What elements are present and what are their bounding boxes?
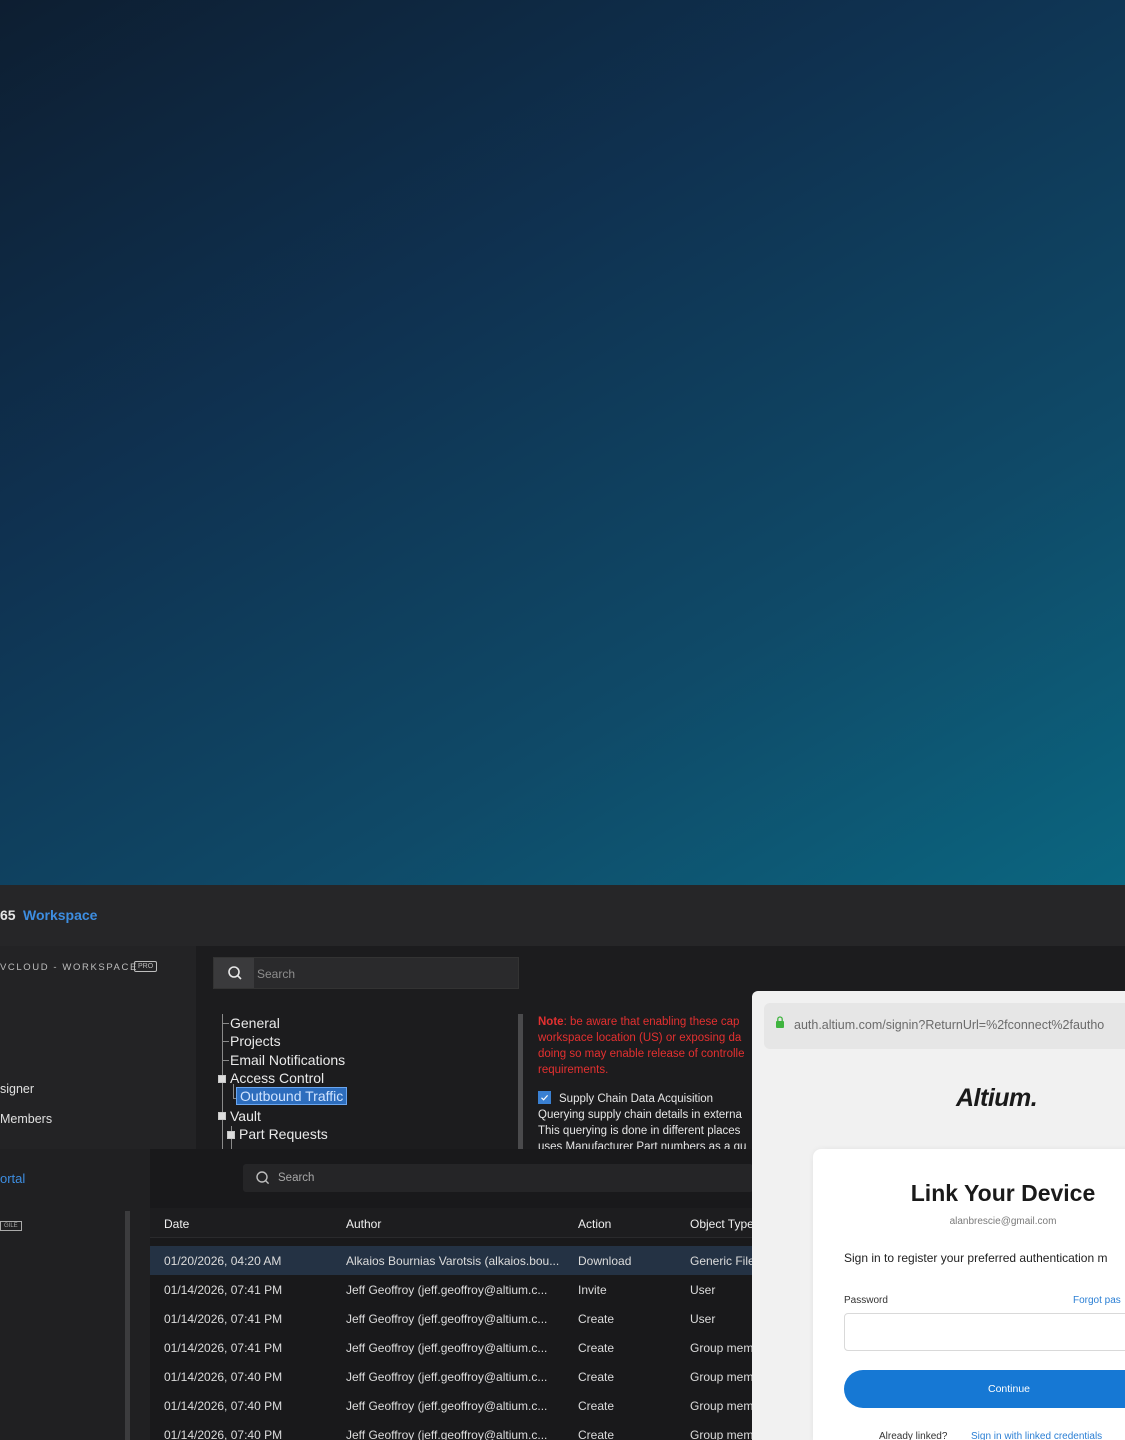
cell-object-type: User	[690, 1312, 716, 1326]
sidebar-item-signer[interactable]: signer	[0, 1082, 34, 1096]
cell-object-type: Group memb	[690, 1370, 753, 1384]
search-icon	[228, 966, 242, 980]
page-title: Link Your Device	[910, 1180, 1096, 1206]
search-button[interactable]	[214, 958, 254, 988]
cell-date: 01/14/2026, 07:41 PM	[164, 1312, 283, 1326]
note-text: Note: be aware that enabling these cap w…	[538, 1014, 758, 1078]
link-device-card: Link Your Device alanbrescie@gmail.com S…	[813, 1149, 1125, 1440]
cell-action: Create	[578, 1399, 615, 1413]
portal-badge: GILE	[0, 1221, 22, 1231]
signin-message: Sign in to register your preferred authe…	[844, 1251, 1108, 1265]
cell-action: Create	[578, 1312, 615, 1326]
password-field[interactable]	[844, 1313, 1125, 1351]
settings-sidebar: VCLOUD - WORKSPACE PRO signer Members	[0, 946, 196, 1149]
sidebar-scrollbar[interactable]	[125, 1211, 130, 1440]
portal-sidebar: ortal GILE	[0, 1149, 150, 1440]
search-placeholder: Search	[257, 967, 296, 981]
supply-chain-option[interactable]: Supply Chain Data Acquisition	[538, 1091, 758, 1107]
supply-chain-description: Querying supply chain details in externa…	[538, 1109, 747, 1149]
forgot-password-link[interactable]: Forgot pas	[1073, 1295, 1121, 1306]
note-body: : be aware that enabling these cap works…	[538, 1016, 745, 1076]
auth-browser-window: auth.altium.com/signin?ReturnUrl=%2fconn…	[752, 991, 1125, 1440]
tree-line	[222, 1023, 229, 1024]
cell-author: Jeff Geoffroy (jeff.geoffroy@altium.c...	[346, 1312, 548, 1326]
supply-chain-label: Supply Chain Data Acquisition	[559, 1093, 714, 1105]
column-action[interactable]: Action	[578, 1217, 611, 1231]
cell-author: Jeff Geoffroy (jeff.geoffroy@altium.c...	[346, 1341, 548, 1355]
tree-expand-icon[interactable]	[218, 1075, 226, 1083]
title-bar: 65 Workspace	[0, 885, 1125, 946]
tree-expand-icon[interactable]	[218, 1112, 226, 1120]
cell-object-type: Group memb	[690, 1399, 753, 1413]
table-row[interactable]: 01/14/2026, 07:41 PM Jeff Geoffroy (jeff…	[150, 1333, 753, 1362]
title-prefix: 65	[0, 907, 16, 923]
outbound-note: Note: be aware that enabling these cap w…	[538, 1014, 758, 1149]
column-author[interactable]: Author	[346, 1217, 381, 1231]
portal-link[interactable]: ortal	[0, 1171, 25, 1186]
cell-action: Invite	[578, 1283, 607, 1297]
column-object-type[interactable]: Object Type	[690, 1217, 754, 1231]
tree-scrollbar[interactable]	[518, 1014, 523, 1149]
cell-date: 01/14/2026, 07:40 PM	[164, 1428, 283, 1440]
cell-action: Download	[578, 1254, 632, 1268]
address-bar[interactable]: auth.altium.com/signin?ReturnUrl=%2fconn…	[764, 1003, 1125, 1049]
table-row[interactable]: 01/14/2026, 07:41 PM Jeff Geoffroy (jeff…	[150, 1304, 753, 1333]
tree-item-vault[interactable]: Vault	[230, 1108, 261, 1124]
tree-line	[233, 1084, 234, 1098]
sidebar-item-members[interactable]: Members	[0, 1112, 52, 1126]
altium-logo: Altium.	[956, 1084, 1038, 1112]
cell-object-type: Group memb	[690, 1428, 753, 1440]
pro-badge: PRO	[134, 961, 158, 972]
already-linked-text: Already linked?	[879, 1431, 948, 1440]
cell-object-type: Generic File	[690, 1254, 753, 1268]
settings-search[interactable]: Search	[213, 957, 519, 989]
workspace-title[interactable]: Workspace	[23, 907, 97, 923]
cell-author: Jeff Geoffroy (jeff.geoffroy@altium.c...	[346, 1428, 548, 1440]
cell-object-type: User	[690, 1283, 716, 1297]
cloud-workspace-label: VCLOUD - WORKSPACE	[0, 962, 138, 973]
cell-action: Create	[578, 1428, 615, 1440]
tree-line	[222, 1041, 229, 1042]
cell-date: 01/14/2026, 07:41 PM	[164, 1283, 283, 1297]
password-label: Password	[844, 1295, 888, 1306]
tree-line	[222, 1060, 229, 1061]
linked-credentials-link[interactable]: Sign in with linked credentials	[971, 1431, 1102, 1440]
cell-author: Jeff Geoffroy (jeff.geoffroy@altium.c...	[346, 1370, 548, 1384]
tree-item-outbound-traffic[interactable]: Outbound Traffic	[236, 1087, 348, 1105]
tree-item-projects[interactable]: Projects	[230, 1033, 281, 1049]
continue-button[interactable]: Continue	[844, 1370, 1125, 1408]
tree-item-email-notifications[interactable]: Email Notifications	[230, 1052, 345, 1068]
tree-item-part-requests[interactable]: Part Requests	[239, 1126, 328, 1142]
search-icon	[256, 1171, 270, 1185]
table-row[interactable]: 01/14/2026, 07:41 PM Jeff Geoffroy (jeff…	[150, 1275, 753, 1304]
lock-icon	[776, 1016, 784, 1028]
cell-date: 01/20/2026, 04:20 AM	[164, 1254, 282, 1268]
cell-date: 01/14/2026, 07:41 PM	[164, 1341, 283, 1355]
cell-object-type: Group memb	[690, 1341, 753, 1355]
cell-author: Jeff Geoffroy (jeff.geoffroy@altium.c...	[346, 1283, 548, 1297]
column-date[interactable]: Date	[164, 1217, 189, 1231]
table-row[interactable]: 01/14/2026, 07:40 PM Jeff Geoffroy (jeff…	[150, 1420, 753, 1440]
tree-expand-icon[interactable]	[227, 1131, 235, 1139]
cell-date: 01/14/2026, 07:40 PM	[164, 1399, 283, 1413]
table-row[interactable]: 01/20/2026, 04:20 AM Alkaios Bournias Va…	[150, 1246, 753, 1275]
cell-date: 01/14/2026, 07:40 PM	[164, 1370, 283, 1384]
history-search-placeholder: Search	[278, 1172, 315, 1184]
settings-tree: General Projects Email Notifications Acc…	[215, 1014, 515, 1149]
tree-item-general[interactable]: General	[230, 1015, 280, 1031]
cell-author: Alkaios Bournias Varotsis (alkaios.bou..…	[346, 1254, 560, 1268]
cell-action: Create	[578, 1370, 615, 1384]
account-email: alanbrescie@gmail.com	[949, 1216, 1057, 1227]
table-header: Date Author Action Object Type	[150, 1208, 754, 1238]
history-search[interactable]: Search	[243, 1164, 753, 1192]
tree-item-access-control[interactable]: Access Control	[230, 1070, 324, 1086]
hero-background	[0, 0, 1125, 885]
checkbox-checked-icon[interactable]	[538, 1091, 551, 1104]
cell-author: Jeff Geoffroy (jeff.geoffroy@altium.c...	[346, 1399, 548, 1413]
table-row[interactable]: 01/14/2026, 07:40 PM Jeff Geoffroy (jeff…	[150, 1362, 753, 1391]
table-row[interactable]: 01/14/2026, 07:40 PM Jeff Geoffroy (jeff…	[150, 1391, 753, 1420]
note-bold: Note	[538, 1016, 564, 1028]
url-text: auth.altium.com/signin?ReturnUrl=%2fconn…	[794, 1018, 1105, 1032]
cell-action: Create	[578, 1341, 615, 1355]
